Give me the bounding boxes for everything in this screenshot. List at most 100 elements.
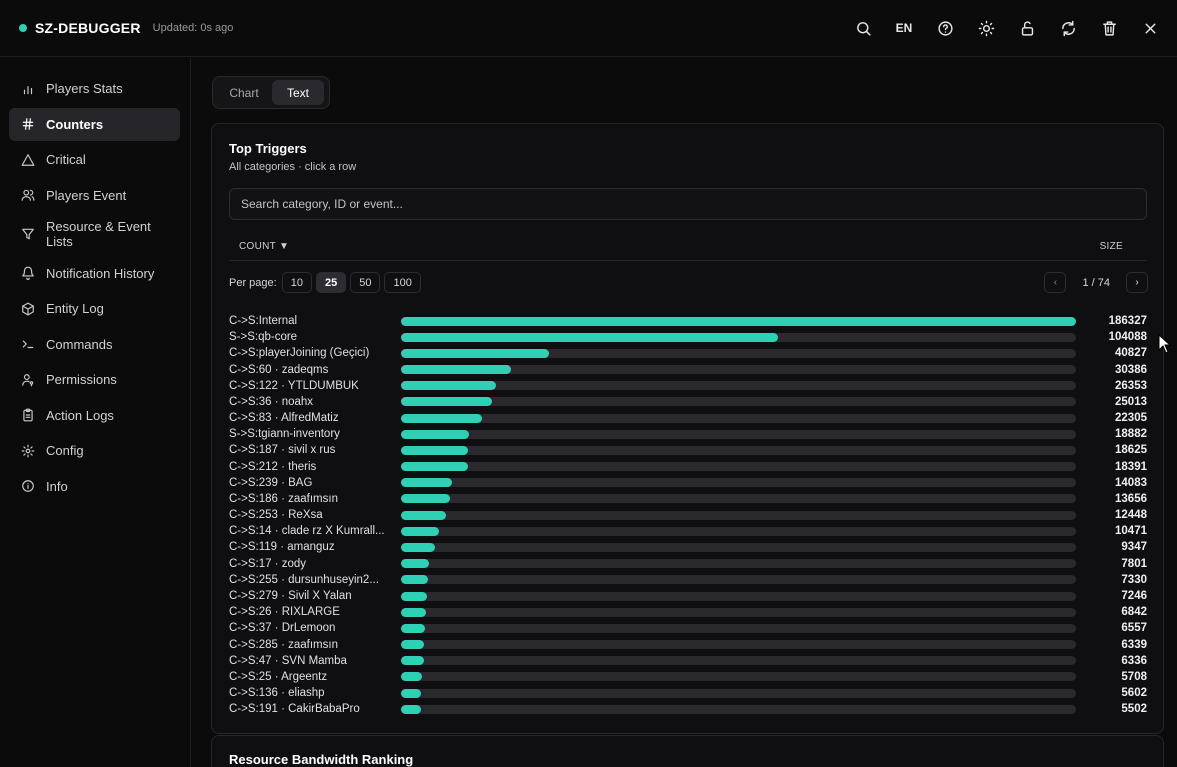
count-column-header[interactable]: COUNT ▼: [239, 241, 289, 252]
row-value: 6339: [1121, 638, 1147, 651]
sidebar-item-critical[interactable]: Critical: [9, 143, 180, 176]
bar-track: [401, 575, 1076, 585]
row-label: C->S:239 · BAG: [229, 476, 313, 489]
table-row[interactable]: S->S:qb-core 104088: [229, 329, 1147, 345]
table-row[interactable]: C->S:14 · clade rz X Kumrall... 10471: [229, 523, 1147, 539]
sidebar-item-config[interactable]: Config: [9, 434, 180, 467]
row-label: C->S:26 · RIXLARGE: [229, 606, 340, 619]
table-row[interactable]: C->S:255 · dursunhuseyin2... 7330: [229, 572, 1147, 588]
help-button[interactable]: [930, 14, 960, 42]
bar: [401, 462, 468, 472]
theme-button[interactable]: [971, 14, 1001, 42]
bar-track: [401, 704, 1076, 714]
row-value: 12448: [1115, 509, 1147, 522]
toolbar: EN: [837, 14, 1165, 42]
sidebar-item-info[interactable]: Info: [9, 470, 180, 503]
main-content: Chart Text Top Triggers All categories ·…: [192, 58, 1177, 767]
table-row[interactable]: C->S:212 · theris 18391: [229, 459, 1147, 475]
sidebar-item-resource-event-lists[interactable]: Resource & Event Lists: [9, 214, 180, 254]
lock-button[interactable]: [1012, 14, 1042, 42]
table-row[interactable]: S->S:tgiann-inventory 18882: [229, 426, 1147, 442]
user-key-icon: [20, 372, 35, 387]
bar: [401, 591, 428, 601]
sidebar-item-counters[interactable]: Counters: [9, 107, 180, 141]
per-page-100-button[interactable]: 100: [384, 272, 421, 293]
table-row[interactable]: C->S:47 · SVN Mamba 6336: [229, 653, 1147, 669]
card-subtitle: All categories · click a row: [229, 161, 357, 173]
table-row[interactable]: C->S:25 · Argeentz 5708: [229, 669, 1147, 685]
bandwidth-title: Resource Bandwidth Ranking: [229, 752, 414, 767]
search-button[interactable]: [848, 14, 878, 42]
bar: [401, 478, 453, 488]
sidebar-item-players-stats[interactable]: Players Stats: [9, 72, 180, 105]
bar: [401, 575, 428, 585]
row-label: C->S:191 · CakirBabaPro: [229, 703, 360, 716]
table-row[interactable]: C->S:37 · DrLemoon 6557: [229, 620, 1147, 636]
bar: [401, 332, 779, 342]
bar: [401, 413, 482, 423]
text-view-button[interactable]: Text: [272, 80, 324, 105]
sidebar-item-label: Action Logs: [46, 407, 114, 423]
sidebar-item-permissions[interactable]: Permissions: [9, 363, 180, 396]
table-row[interactable]: C->S:36 · noahx 25013: [229, 394, 1147, 410]
bar: [401, 510, 447, 520]
table-row[interactable]: C->S:186 · zaafımsın 13656: [229, 491, 1147, 507]
close-icon: [1145, 23, 1155, 33]
close-button[interactable]: [1135, 14, 1165, 42]
table-row[interactable]: C->S:253 · ReXsa 12448: [229, 507, 1147, 523]
sidebar-item-label: Permissions: [46, 372, 117, 387]
bar-track: [401, 542, 1076, 552]
chart-view-button[interactable]: Chart: [216, 80, 272, 105]
table-row[interactable]: C->S:239 · BAG 14083: [229, 475, 1147, 491]
table-row[interactable]: C->S:26 · RIXLARGE 6842: [229, 604, 1147, 620]
bar: [401, 381, 497, 391]
row-label: C->S:186 · zaafımsın: [229, 492, 338, 505]
bar-track: [401, 494, 1076, 504]
language-button[interactable]: EN: [889, 14, 919, 42]
row-label: C->S:122 · YTLDÜMBÜK: [229, 379, 359, 392]
unlock-icon: [1021, 20, 1033, 36]
row-label: C->S:83 · AlfredMatiz: [229, 412, 339, 425]
sidebar-item-label: Critical: [46, 152, 86, 167]
clear-button[interactable]: [1094, 14, 1124, 42]
row-label: S->S:tgiann-inventory: [229, 428, 340, 441]
bar-track: [401, 478, 1076, 488]
sidebar-item-action-logs[interactable]: Action Logs: [9, 399, 180, 432]
size-column-header[interactable]: SIZE: [1100, 241, 1123, 252]
table-row[interactable]: C->S:187 · sivil x rus 18625: [229, 442, 1147, 458]
sidebar-item-label: Notification History: [46, 265, 155, 281]
table-row[interactable]: C->S:83 · AlfredMatiz 22305: [229, 410, 1147, 426]
bar: [401, 623, 425, 633]
sidebar-item-label: Config: [46, 443, 84, 458]
table-row[interactable]: C->S:Internal 186327: [229, 313, 1147, 329]
table-row[interactable]: C->S:playerJoining (Geçici) 40827: [229, 345, 1147, 361]
table-row[interactable]: C->S:191 · CakirBabaPro 5502: [229, 701, 1147, 717]
table-row[interactable]: C->S:279 · Sivil X Yalan 7246: [229, 588, 1147, 604]
row-value: 18625: [1115, 444, 1147, 457]
sidebar-item-notification-history[interactable]: Notification History: [9, 257, 180, 290]
hash-icon: [20, 117, 35, 132]
per-page-25-button[interactable]: 25: [315, 272, 347, 293]
table-row[interactable]: C->S:119 · amanguz 9347: [229, 539, 1147, 555]
table-row[interactable]: C->S:60 · zadeqms 30386: [229, 362, 1147, 378]
refresh-button[interactable]: [1053, 14, 1083, 42]
row-value: 22305: [1115, 412, 1147, 425]
row-value: 9347: [1121, 541, 1147, 554]
next-page-button[interactable]: ›: [1126, 272, 1148, 293]
per-page-50-button[interactable]: 50: [350, 272, 381, 293]
row-label: C->S:Internal: [229, 315, 298, 328]
table-row[interactable]: C->S:17 · zody 7801: [229, 556, 1147, 572]
prev-page-button[interactable]: ‹: [1044, 272, 1067, 293]
search-input[interactable]: [229, 188, 1147, 220]
clipboard-icon: [20, 408, 35, 423]
updated-status: Updated: 0s ago: [152, 22, 234, 34]
row-label: C->S:14 · clade rz X Kumrall...: [229, 525, 385, 538]
table-row[interactable]: C->S:122 · YTLDÜMBÜK 26353: [229, 378, 1147, 394]
sidebar-item-commands[interactable]: Commands: [9, 328, 180, 361]
per-page-10-button[interactable]: 10: [281, 272, 312, 293]
table-row[interactable]: C->S:136 · eliashp 5602: [229, 685, 1147, 701]
table-row[interactable]: C->S:285 · zaafımsın 6339: [229, 636, 1147, 652]
sidebar-item-players-event[interactable]: Players Event: [9, 179, 180, 212]
bell-icon: [20, 266, 35, 281]
sidebar-item-entity-log[interactable]: Entity Log: [9, 292, 180, 325]
